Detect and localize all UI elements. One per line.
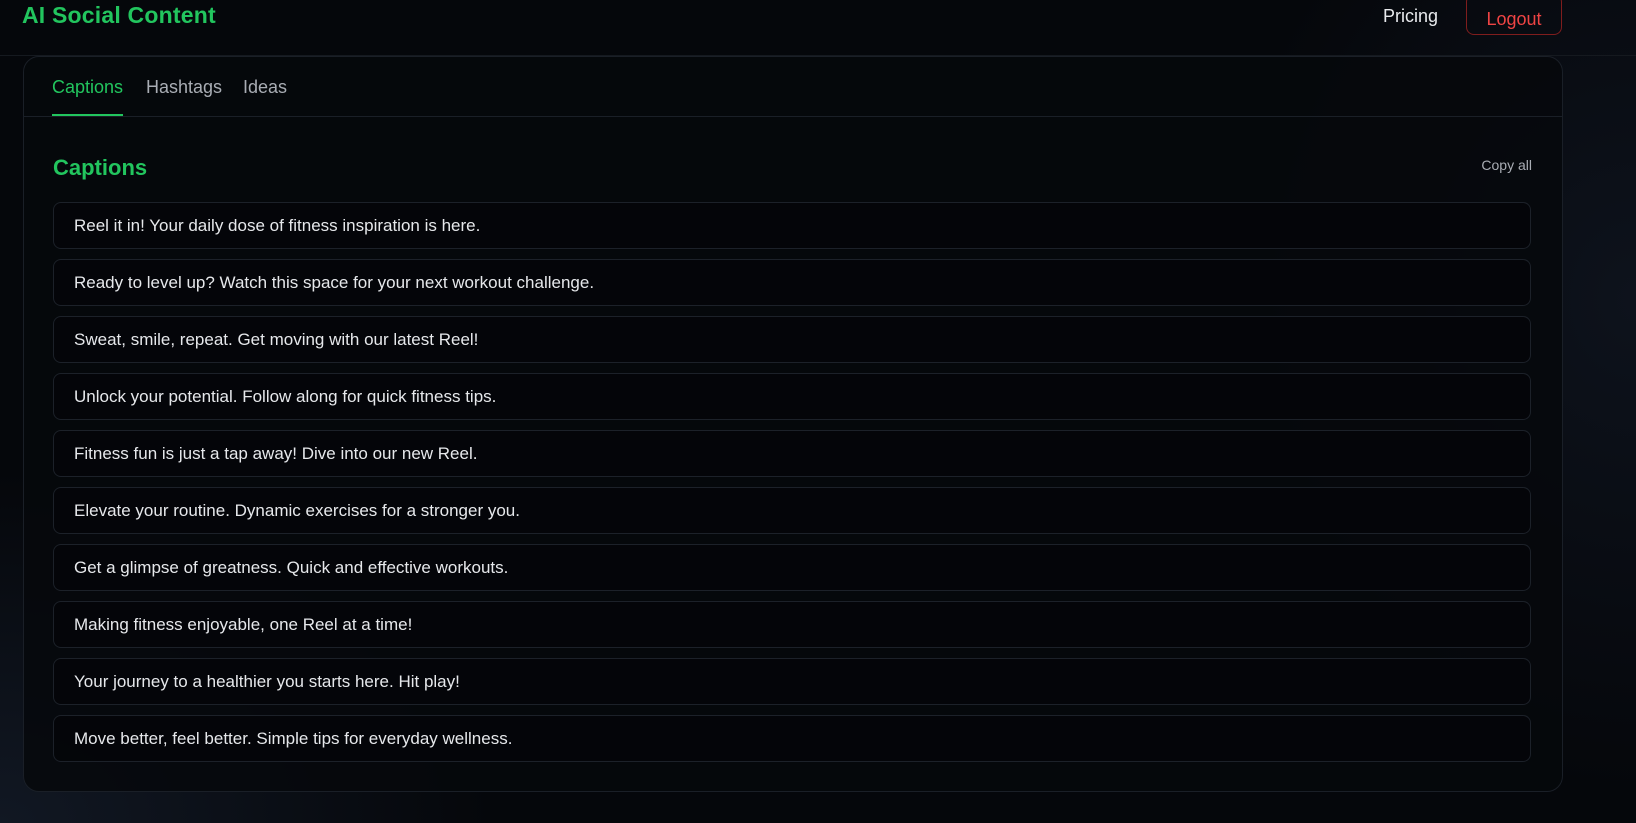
caption-list: Reel it in! Your daily dose of fitness i… (53, 202, 1531, 772)
tab-captions[interactable]: Captions (52, 77, 124, 116)
pricing-link[interactable]: Pricing (1383, 6, 1438, 27)
caption-item[interactable]: Elevate your routine. Dynamic exercises … (53, 487, 1531, 534)
logout-button[interactable]: Logout (1466, 0, 1562, 35)
caption-item[interactable]: Your journey to a healthier you starts h… (53, 658, 1531, 705)
top-nav-bar: AI Social Content Pricing Logout (0, 0, 1636, 56)
brand-logo-text[interactable]: AI Social Content (22, 2, 216, 29)
caption-item[interactable]: Making fitness enjoyable, one Reel at a … (53, 601, 1531, 648)
caption-item[interactable]: Get a glimpse of greatness. Quick and ef… (53, 544, 1531, 591)
section-title: Captions (53, 155, 148, 180)
caption-item[interactable]: Reel it in! Your daily dose of fitness i… (53, 202, 1531, 249)
caption-item[interactable]: Move better, feel better. Simple tips fo… (53, 715, 1531, 762)
caption-item[interactable]: Ready to level up? Watch this space for … (53, 259, 1531, 306)
tab-hashtags[interactable]: Hashtags (146, 77, 222, 114)
copy-all-button[interactable]: Copy all (1481, 157, 1532, 173)
tab-bar: Captions Hashtags Ideas (24, 57, 1562, 117)
caption-item[interactable]: Unlock your potential. Follow along for … (53, 373, 1531, 420)
tab-ideas[interactable]: Ideas (243, 77, 287, 114)
content-card: Captions Hashtags Ideas Captions Copy al… (23, 56, 1563, 792)
caption-item[interactable]: Fitness fun is just a tap away! Dive int… (53, 430, 1531, 477)
caption-item[interactable]: Sweat, smile, repeat. Get moving with ou… (53, 316, 1531, 363)
